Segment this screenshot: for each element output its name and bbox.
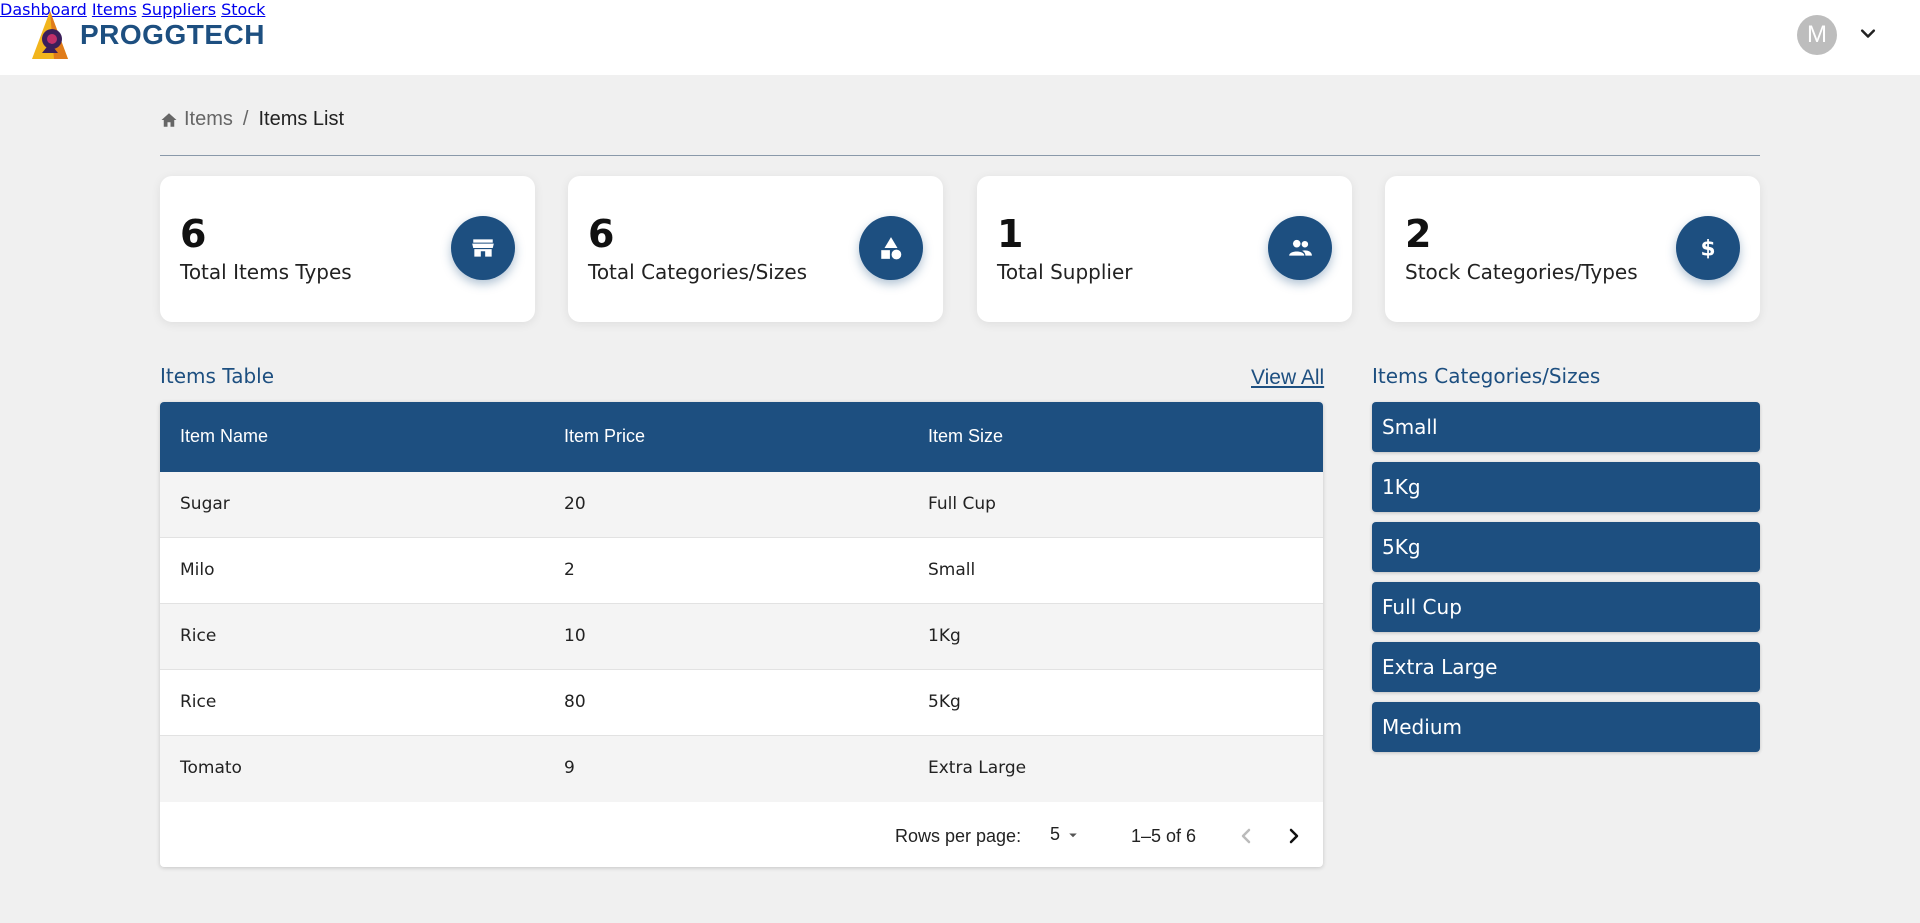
column-header-item-size[interactable]: Item Size xyxy=(928,426,1003,447)
column-header-item-price[interactable]: Item Price xyxy=(564,426,645,447)
chevron-right-icon[interactable] xyxy=(1282,824,1306,848)
cell-item-name: Tomato xyxy=(180,758,242,778)
categories-title: Items Categories/Sizes xyxy=(1372,364,1601,388)
breadcrumb-current: Items List xyxy=(258,108,345,130)
cell-item-price: 10 xyxy=(564,626,586,646)
brand-logo[interactable]: PROGGTECH xyxy=(28,9,265,61)
items-table: Item Name Item Price Item Size Sugar 20 … xyxy=(160,402,1323,867)
cell-item-price: 2 xyxy=(564,560,575,580)
cell-item-size: Extra Large xyxy=(928,758,1027,778)
category-item[interactable]: Small xyxy=(1372,402,1760,452)
shapes-icon xyxy=(859,216,923,280)
table-row[interactable]: Sugar 20 Full Cup xyxy=(160,472,1323,538)
caret-down-icon xyxy=(1069,833,1077,837)
table-row[interactable]: Milo 2 Small xyxy=(160,538,1323,604)
stat-label: Stock Categories/Types xyxy=(1405,260,1638,284)
column-header-item-name[interactable]: Item Name xyxy=(180,426,268,447)
table-row[interactable]: Tomato 9 Extra Large xyxy=(160,736,1323,802)
top-navbar: PROGGTECH Dashboard Items Suppliers Stoc… xyxy=(0,0,1920,75)
table-row[interactable]: Rice 80 5Kg xyxy=(160,670,1323,736)
view-all-link[interactable]: View All xyxy=(1251,366,1324,390)
stat-label: Total Items Types xyxy=(180,260,352,284)
category-item[interactable]: Extra Large xyxy=(1372,642,1760,692)
breadcrumb-items-link[interactable]: Items xyxy=(184,108,233,131)
category-label: 1Kg xyxy=(1382,475,1421,499)
category-label: Small xyxy=(1382,415,1438,439)
category-item[interactable]: 5Kg xyxy=(1372,522,1760,572)
stat-card-stock: 2 Stock Categories/Types $ xyxy=(1385,176,1760,322)
rows-per-page-value: 5 xyxy=(1050,824,1061,844)
cell-item-size: Small xyxy=(928,560,976,580)
category-label: 5Kg xyxy=(1382,535,1421,559)
stat-value: 1 xyxy=(997,212,1024,256)
brand-name: PROGGTECH xyxy=(80,19,265,50)
chevron-left-icon[interactable] xyxy=(1234,824,1258,848)
people-icon xyxy=(1268,216,1332,280)
logo-icon xyxy=(32,11,68,59)
category-item[interactable]: 1Kg xyxy=(1372,462,1760,512)
stat-card-items-types: 6 Total Items Types xyxy=(160,176,535,322)
stat-card-suppliers: 1 Total Supplier xyxy=(977,176,1352,322)
cell-item-size: 5Kg xyxy=(928,692,961,712)
rows-per-page-label: Rows per page: xyxy=(895,826,1022,846)
cell-item-name: Milo xyxy=(180,560,215,580)
stat-value: 6 xyxy=(180,212,207,256)
table-pagination: Rows per page: 5 1–5 of 6 xyxy=(160,802,1323,867)
svg-text:$: $ xyxy=(1700,237,1715,261)
cell-item-size: Full Cup xyxy=(928,494,996,514)
user-avatar[interactable]: M xyxy=(1797,15,1837,55)
cell-item-name: Rice xyxy=(180,626,217,646)
breadcrumb: Items / Items List xyxy=(160,108,344,131)
cell-item-name: Sugar xyxy=(180,494,230,514)
category-item[interactable]: Full Cup xyxy=(1372,582,1760,632)
items-table-title: Items Table xyxy=(160,364,275,388)
cell-item-price: 9 xyxy=(564,758,575,778)
stat-value: 2 xyxy=(1405,212,1432,256)
pagination-range: 1–5 of 6 xyxy=(1131,826,1197,846)
category-item[interactable]: Medium xyxy=(1372,702,1760,752)
category-label: Medium xyxy=(1382,715,1462,739)
stat-label: Total Supplier xyxy=(997,260,1133,284)
dollar-icon: $ xyxy=(1676,216,1740,280)
home-icon xyxy=(161,112,177,127)
cell-item-price: 20 xyxy=(564,494,586,514)
stat-card-categories: 6 Total Categories/Sizes xyxy=(568,176,943,322)
chevron-down-icon[interactable] xyxy=(1858,24,1878,44)
rows-per-page-select[interactable]: 5 xyxy=(1050,824,1082,845)
breadcrumb-separator: / xyxy=(242,108,249,130)
store-icon xyxy=(451,216,515,280)
breadcrumb-divider xyxy=(160,155,1760,156)
table-header: Item Name Item Price Item Size xyxy=(160,402,1323,472)
stat-label: Total Categories/Sizes xyxy=(588,260,808,284)
cell-item-size: 1Kg xyxy=(928,626,961,646)
category-label: Full Cup xyxy=(1382,595,1462,619)
cell-item-price: 80 xyxy=(564,692,586,712)
stat-value: 6 xyxy=(588,212,615,256)
cell-item-name: Rice xyxy=(180,692,217,712)
table-row[interactable]: Rice 10 1Kg xyxy=(160,604,1323,670)
category-label: Extra Large xyxy=(1382,655,1498,679)
